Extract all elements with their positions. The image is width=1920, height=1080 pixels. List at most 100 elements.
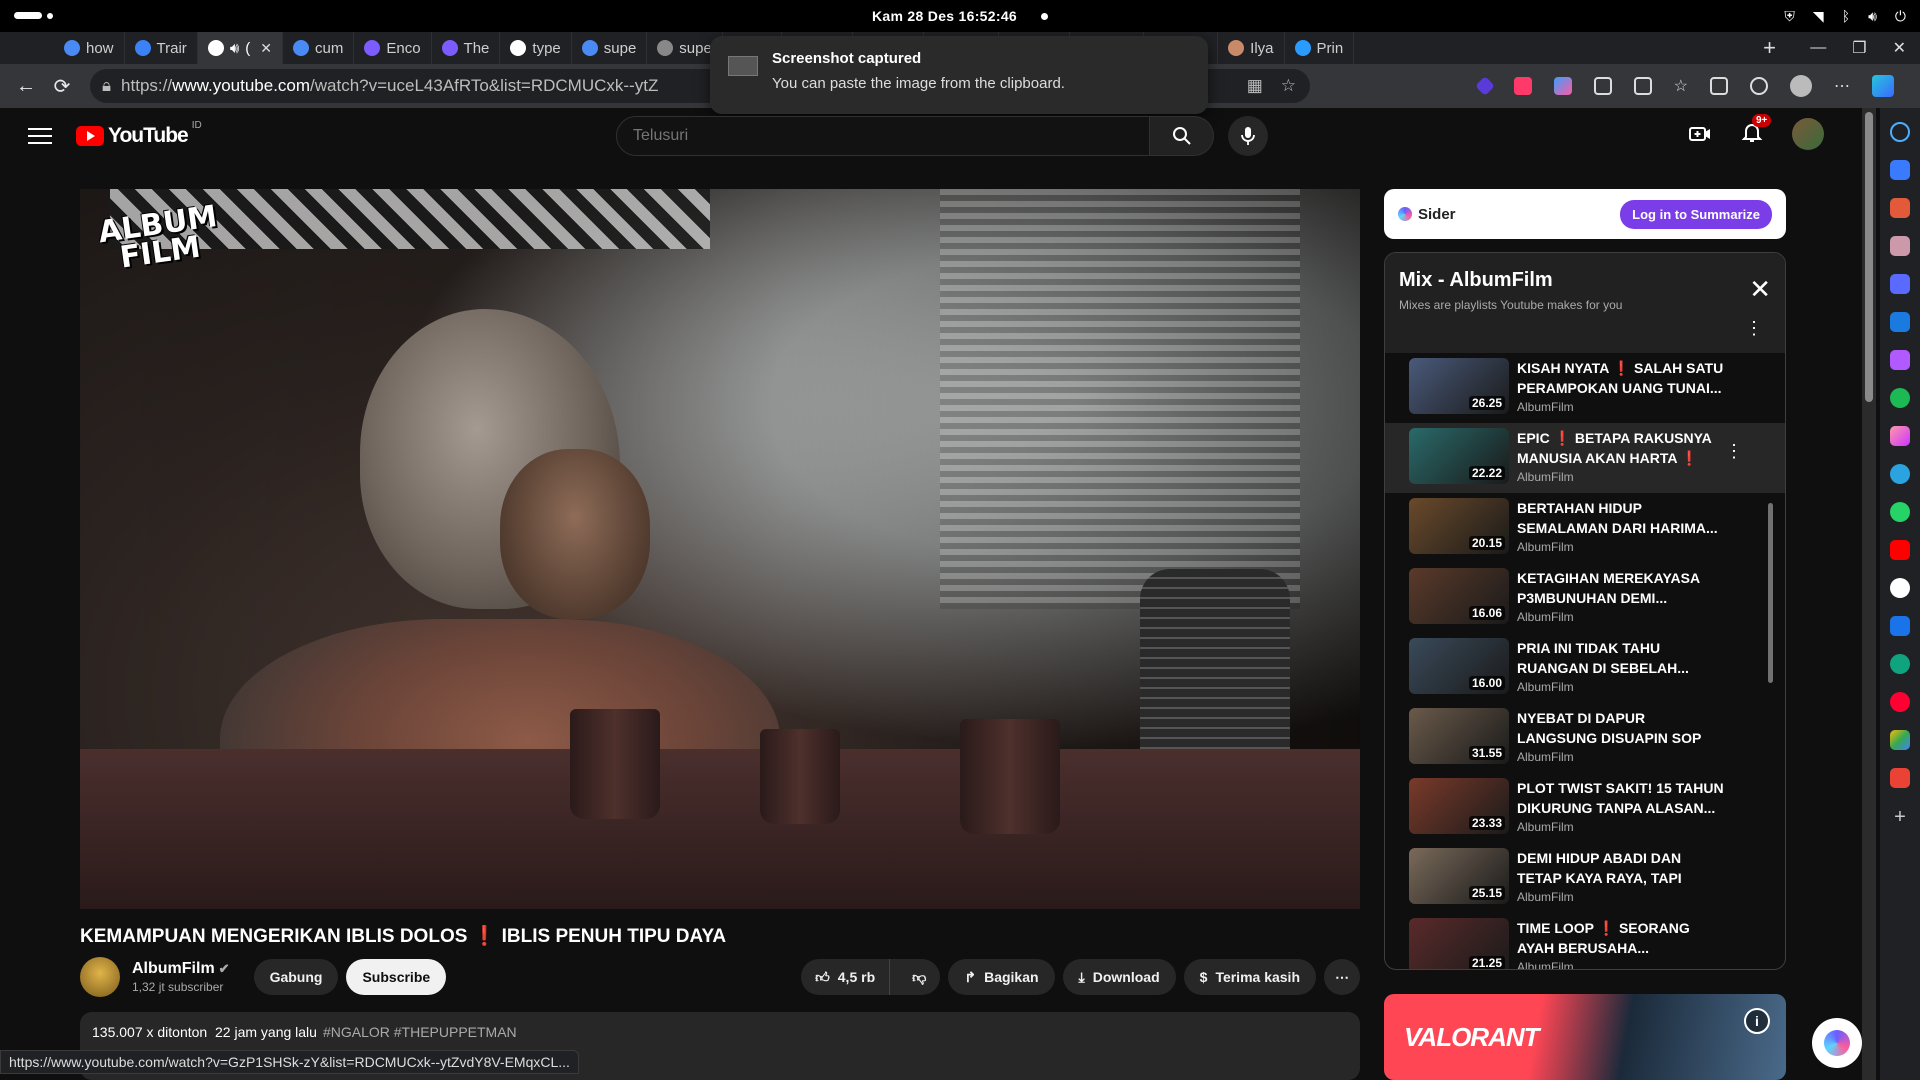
notifications-button[interactable]: 9+	[1740, 113, 1772, 149]
playlist-thumbnail[interactable]: 21.25	[1409, 918, 1509, 969]
sidebar-whatsapp-icon[interactable]	[1890, 502, 1910, 522]
playlist-item[interactable]: 21.25 TIME LOOP ❗ SEORANG AYAH BERUSAHA..…	[1385, 913, 1785, 969]
browser-tab[interactable]: cum	[283, 32, 355, 64]
playlist-scrollbar[interactable]	[1768, 503, 1773, 683]
browser-tab[interactable]: Ilya	[1218, 32, 1285, 64]
workspace-indicator[interactable]	[14, 12, 53, 19]
extensions-icon[interactable]	[1593, 77, 1612, 95]
browser-tab[interactable]: Enco	[354, 32, 432, 64]
sidebar-spotify-icon[interactable]	[1890, 388, 1910, 408]
playlist-thumbnail[interactable]: 22.22	[1409, 428, 1509, 484]
sidebar-youtube-music-icon[interactable]	[1890, 692, 1910, 712]
browser-tab[interactable]: The	[432, 32, 501, 64]
page-scroll-thumb[interactable]	[1865, 112, 1873, 402]
sidebar-outlook-icon[interactable]	[1890, 312, 1910, 332]
wifi-icon[interactable]: ◥	[1813, 8, 1824, 25]
speaker-icon[interactable]: 🔊︎	[230, 40, 239, 57]
minimize-button[interactable]: —	[1810, 39, 1826, 57]
hashtags[interactable]: #NGALOR #THEPUPPETMAN	[323, 1024, 517, 1040]
playlist-thumbnail[interactable]: 16.06	[1409, 568, 1509, 624]
sider-floating-button[interactable]	[1812, 1018, 1862, 1068]
bluetooth-icon[interactable]: ᛒ	[1842, 8, 1850, 25]
playlist-item[interactable]: 25.15 DEMI HIDUP ABADI DAN TETAP KAYA RAY…	[1385, 843, 1785, 913]
system-tray[interactable]: ⛨ ◥ ᛒ 🔊︎ ⏻	[1784, 8, 1906, 25]
sidebar-youtube-icon[interactable]	[1890, 540, 1910, 560]
sidebar-github-icon[interactable]	[1890, 578, 1910, 598]
thanks-button[interactable]: $ Terima kasih	[1183, 959, 1316, 995]
playlist-title[interactable]: Mix - AlbumFilm	[1399, 269, 1771, 292]
close-window-button[interactable]: ✕	[1893, 38, 1906, 58]
performance-icon[interactable]	[1750, 77, 1768, 95]
share-button[interactable]: ↱ Bagikan	[948, 959, 1055, 995]
sidebar-chatgpt-icon[interactable]	[1890, 654, 1910, 674]
favorite-star-icon[interactable]: ☆	[1281, 76, 1296, 96]
sidebar-people-icon[interactable]	[1890, 236, 1910, 256]
voice-search-button[interactable]	[1228, 116, 1268, 156]
close-tab-icon[interactable]: ✕	[260, 40, 272, 57]
extension-icon-1[interactable]	[1474, 76, 1495, 96]
copilot-icon[interactable]	[1872, 75, 1894, 97]
extension-icon-2[interactable]	[1513, 77, 1532, 95]
menu-icon[interactable]	[28, 128, 52, 144]
favorites-icon[interactable]: ☆	[1674, 76, 1688, 96]
collections-icon[interactable]	[1710, 77, 1728, 95]
browser-tab[interactable]: Trair	[125, 32, 198, 64]
ad-banner[interactable]: VALORANT i	[1384, 994, 1786, 1080]
dislike-button[interactable]: 👎︎	[898, 969, 940, 986]
playlist-thumbnail[interactable]: 16.00	[1409, 638, 1509, 694]
sidebar-add-icon[interactable]: +	[1894, 806, 1906, 829]
new-tab-button[interactable]: +	[1763, 35, 1776, 61]
item-more-icon[interactable]: ⋮	[1725, 442, 1743, 460]
search-input[interactable]	[616, 116, 1150, 156]
sidebar-tag-icon[interactable]	[1890, 160, 1910, 180]
playlist-item[interactable]: 31.55 NYEBAT DI DAPUR LANGSUNG DISUAPIN S…	[1385, 703, 1785, 773]
screenshot-toast[interactable]: Screenshot captured You can paste the im…	[710, 36, 1208, 114]
more-menu-icon[interactable]: ⋯	[1834, 76, 1850, 96]
playlist-thumbnail[interactable]: 23.33	[1409, 778, 1509, 834]
browser-tab[interactable]: Prin	[1285, 32, 1355, 64]
playlist-thumbnail[interactable]: 31.55	[1409, 708, 1509, 764]
sidebar-gmail-icon[interactable]	[1890, 768, 1910, 788]
video-player[interactable]: ALBUM FILM	[80, 189, 1360, 909]
maximize-button[interactable]: ❐	[1852, 38, 1866, 58]
account-avatar[interactable]	[1792, 118, 1824, 150]
playlist-more-icon[interactable]: ⋮	[1745, 319, 1763, 337]
playlist-item[interactable]: 26.25 KISAH NYATA ❗ SALAH SATU PERAMPOKAN…	[1385, 353, 1785, 423]
sidebar-drive-icon[interactable]	[1890, 730, 1910, 750]
channel-name[interactable]: AlbumFilm	[132, 960, 215, 978]
log-in-to-summarize-button[interactable]: Log in to Summarize	[1620, 199, 1772, 229]
playlist-thumbnail[interactable]: 20.15	[1409, 498, 1509, 554]
search-button[interactable]	[1150, 116, 1214, 156]
sidebar-instagram-icon[interactable]	[1890, 426, 1910, 446]
power-icon[interactable]: ⏻	[1895, 8, 1906, 25]
download-button[interactable]: ⤓ Download	[1062, 959, 1176, 995]
subscribe-button[interactable]: Subscribe	[346, 959, 447, 995]
sidebar-games-icon[interactable]	[1890, 274, 1910, 294]
split-screen-icon[interactable]	[1633, 77, 1652, 95]
more-actions-button[interactable]: ⋯	[1324, 959, 1360, 995]
volume-icon[interactable]: 🔊︎	[1868, 8, 1877, 25]
youtube-logo[interactable]: YouTube ID	[76, 120, 202, 148]
playlist-item[interactable]: 16.06 KETAGIHAN MEREKAYASA P3MBUNUHAN DEM…	[1385, 563, 1785, 633]
info-icon[interactable]: i	[1744, 1008, 1770, 1034]
playlist-item[interactable]: 16.00 PRIA INI TIDAK TAHU RUANGAN DI SEBE…	[1385, 633, 1785, 703]
sidebar-search-icon[interactable]	[1890, 122, 1910, 142]
reload-button[interactable]: ⟳	[44, 68, 80, 104]
browser-tab[interactable]: type	[500, 32, 572, 64]
sidebar-designer-icon[interactable]	[1890, 350, 1910, 370]
os-clock[interactable]: Kam 28 Des 16:52:46	[872, 8, 1017, 24]
browser-tab[interactable]: supe	[572, 32, 648, 64]
extension-icon-3[interactable]	[1553, 77, 1572, 95]
sidebar-telegram-icon[interactable]	[1890, 464, 1910, 484]
sidebar-calendar-icon[interactable]	[1890, 616, 1910, 636]
like-button[interactable]: 👍︎ 4,5 rb	[801, 959, 891, 995]
page-scrollbar[interactable]	[1862, 108, 1876, 1080]
profile-icon[interactable]	[1790, 75, 1812, 97]
playlist-item[interactable]: 23.33 PLOT TWIST SAKIT! 15 TAHUN DIKURUNG…	[1385, 773, 1785, 843]
shield-icon[interactable]: ⛨	[1784, 8, 1795, 25]
create-video-icon[interactable]	[1688, 122, 1712, 146]
channel-avatar[interactable]	[80, 957, 120, 997]
playlist-item[interactable]: 22.22 EPIC ❗ BETAPA RAKUSNYA MANUSIA AKAN…	[1385, 423, 1785, 493]
playlist-thumbnail[interactable]: 25.15	[1409, 848, 1509, 904]
sidebar-tools-icon[interactable]	[1890, 198, 1910, 218]
